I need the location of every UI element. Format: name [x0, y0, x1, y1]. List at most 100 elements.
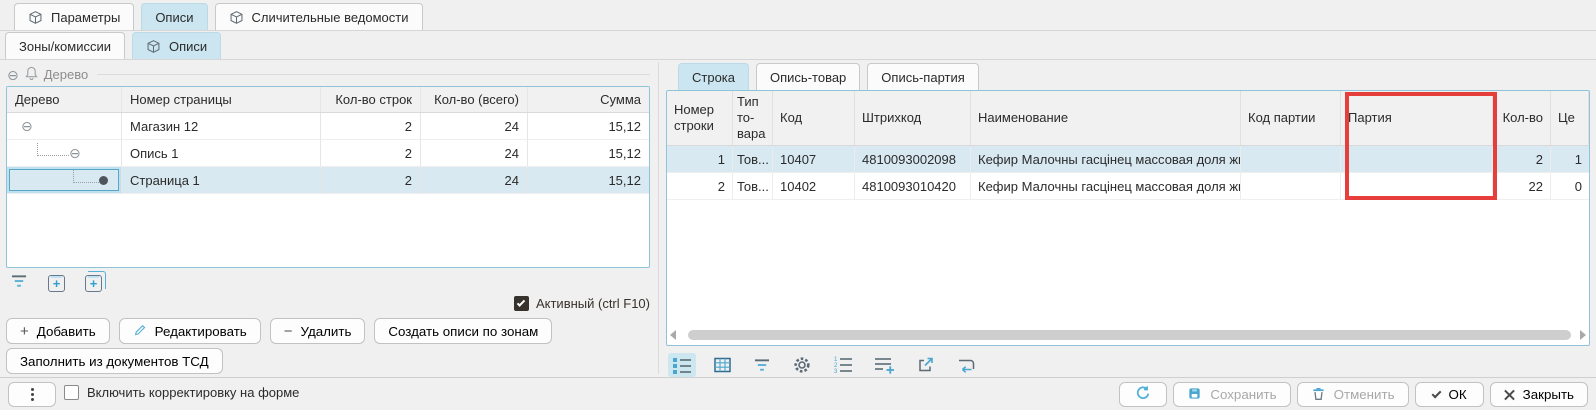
filter-icon[interactable]: [749, 355, 775, 376]
refresh-button[interactable]: [1119, 382, 1167, 407]
col-header-item-type[interactable]: Тип то-вара: [733, 91, 773, 145]
add-item-icon[interactable]: +: [48, 275, 65, 292]
reload-loop-icon[interactable]: [952, 354, 981, 377]
kebab-icon: [31, 388, 34, 391]
lines-panel: Строка Опись-товар Опись-партия Номер ст…: [662, 60, 1596, 377]
tab-stroka[interactable]: Строка: [678, 63, 749, 90]
package-icon: [28, 10, 43, 25]
cancel-button[interactable]: Отменить: [1297, 382, 1409, 407]
tab-opis-partiya[interactable]: Опись-партия: [867, 63, 978, 90]
col-header-line-no[interactable]: Номер строки: [667, 91, 733, 145]
cell-batch: [1341, 146, 1493, 172]
tree-toolbar: + +: [10, 274, 102, 292]
cell-price: 0: [1551, 173, 1589, 199]
button-label: Добавить: [37, 324, 96, 339]
cell-total-count: 24: [421, 113, 528, 139]
tab-slichitelnye-vedomosti[interactable]: Сличительные ведомости: [215, 3, 423, 30]
lines-tab-bar: Строка Опись-товар Опись-партия: [678, 62, 979, 90]
col-header-barcode[interactable]: Штрихкод: [855, 91, 971, 145]
cell-batch: [1341, 173, 1493, 199]
col-header-row-count[interactable]: Кол-во строк: [321, 87, 421, 112]
tree-table: Дерево Номер страницы Кол-во строк Кол-в…: [6, 86, 650, 268]
col-header-name[interactable]: Наименование: [971, 91, 1241, 145]
button-label: Отменить: [1334, 387, 1395, 402]
col-header-tree[interactable]: Дерево: [7, 87, 122, 112]
tree-row-store[interactable]: ⊖ Магазин 12 2 24 15,12: [7, 113, 649, 140]
cell-line-no: 1: [667, 146, 733, 172]
tab-opisi-sub[interactable]: Описи: [132, 32, 221, 59]
cell-row-count: 2: [321, 140, 421, 166]
list-view-button[interactable]: [668, 353, 696, 377]
numbered-list-icon[interactable]: 123: [829, 353, 857, 377]
filter-icon[interactable]: [10, 274, 28, 292]
scrollbar-thumb[interactable]: [688, 330, 1571, 340]
col-header-qty[interactable]: Кол-во: [1493, 91, 1551, 145]
tree-node-collapse-icon[interactable]: ⊖: [21, 119, 33, 133]
tree-action-buttons-row2: Заполнить из документов ТСД: [6, 348, 223, 374]
open-external-icon[interactable]: [912, 353, 939, 377]
panel-divider: [658, 62, 659, 374]
tab-label: Опись-партия: [881, 70, 964, 85]
col-header-total-count[interactable]: Кол-во (всего): [421, 87, 528, 112]
settings-gear-icon[interactable]: [788, 352, 816, 378]
add-button[interactable]: + Добавить: [6, 318, 110, 344]
dialog-buttons: Сохранить Отменить ОК Закрыть: [1119, 382, 1588, 407]
cell-sum: 15,12: [528, 113, 649, 139]
col-header-page[interactable]: Номер страницы: [122, 87, 321, 112]
cell-batch-code: [1241, 146, 1341, 172]
ok-button[interactable]: ОК: [1415, 382, 1484, 407]
save-icon: [1187, 386, 1202, 404]
col-header-batch[interactable]: Партия: [1341, 91, 1493, 145]
delete-button[interactable]: − Удалить: [270, 318, 366, 344]
cell-page: Опись 1: [122, 140, 321, 166]
button-label: Заполнить из документов ТСД: [20, 354, 209, 369]
cell-barcode: 4810093010420: [855, 173, 971, 199]
edit-button[interactable]: Редактировать: [119, 318, 261, 344]
tree-row-opis[interactable]: ⊖ Опись 1 2 24 15,12: [7, 140, 649, 167]
correction-checkbox-label: Включить корректировку на форме: [87, 385, 299, 400]
table-row[interactable]: 1 Тов... 10407 4810093002098 Кефир Малоч…: [667, 146, 1589, 173]
close-button[interactable]: Закрыть: [1490, 382, 1588, 407]
bell-icon[interactable]: [25, 66, 38, 83]
tab-label: Параметры: [51, 10, 120, 25]
fill-from-tsd-button[interactable]: Заполнить из документов ТСД: [6, 348, 223, 374]
col-header-code[interactable]: Код: [773, 91, 855, 145]
grid-view-icon[interactable]: [709, 353, 736, 377]
col-header-batch-code[interactable]: Код партии: [1241, 91, 1341, 145]
col-header-price[interactable]: Це: [1551, 91, 1589, 145]
tree-leaf-icon: [99, 176, 108, 185]
tab-zony-komissii[interactable]: Зоны/комиссии: [5, 32, 125, 59]
group-title: Дерево: [44, 67, 88, 82]
horizontal-scrollbar[interactable]: [670, 329, 1586, 340]
cell-code: 10407: [773, 146, 855, 172]
scroll-right-arrow-icon[interactable]: [1580, 330, 1586, 340]
active-checkbox[interactable]: [514, 296, 529, 311]
tree-row-page-selected[interactable]: Страница 1 2 24 15,12: [7, 167, 649, 194]
tab-parametry[interactable]: Параметры: [14, 3, 134, 30]
kebab-icon: [31, 393, 34, 396]
table-row[interactable]: 2 Тов... 10402 4810093010420 Кефир Малоч…: [667, 173, 1589, 200]
save-button[interactable]: Сохранить: [1173, 382, 1290, 407]
package-icon: [229, 10, 244, 25]
tree-cell: ⊖: [7, 113, 122, 139]
tab-label: Описи: [155, 10, 193, 25]
button-label: Закрыть: [1523, 387, 1574, 402]
add-line-icon[interactable]: [870, 353, 899, 377]
col-header-sum[interactable]: Сумма: [528, 87, 649, 112]
tab-label: Сличительные ведомости: [252, 10, 409, 25]
tab-label: Строка: [692, 70, 735, 85]
tree-node-collapse-icon[interactable]: ⊖: [69, 146, 81, 160]
check-icon: [517, 298, 525, 306]
correction-checkbox[interactable]: [64, 385, 79, 400]
kebab-menu-button[interactable]: [8, 382, 56, 407]
bottom-bar: Включить корректировку на форме Сохранит…: [0, 377, 1596, 410]
collapse-icon[interactable]: ⊖: [7, 68, 19, 82]
cell-barcode: 4810093002098: [855, 146, 971, 172]
create-by-zones-button[interactable]: Создать описи по зонам: [374, 318, 552, 344]
minus-icon: −: [284, 324, 293, 339]
tab-opisi[interactable]: Описи: [141, 3, 207, 30]
button-label: Создать описи по зонам: [388, 324, 538, 339]
add-multiple-icon[interactable]: +: [85, 275, 102, 292]
tab-opis-tovar[interactable]: Опись-товар: [756, 63, 860, 90]
scroll-left-arrow-icon[interactable]: [670, 330, 676, 340]
